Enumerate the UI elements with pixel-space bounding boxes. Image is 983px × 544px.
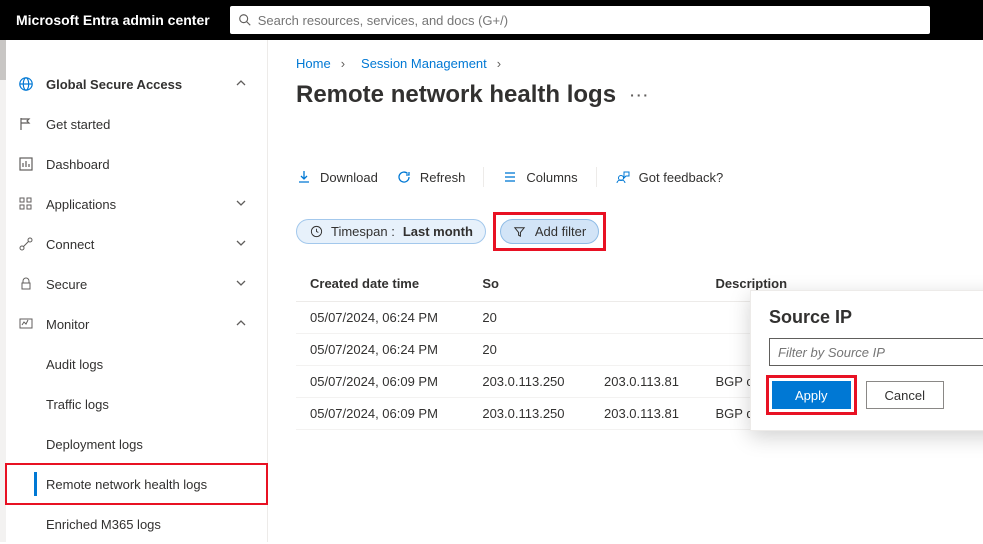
- filter-icon: [513, 225, 527, 239]
- col-dest[interactable]: [590, 266, 702, 302]
- sidebar-item-dashboard[interactable]: Dashboard: [6, 144, 267, 184]
- chevron-down-icon: [235, 277, 249, 291]
- cancel-button[interactable]: Cancel: [866, 381, 944, 409]
- product-title: Microsoft Entra admin center: [16, 12, 210, 28]
- filter-value: Last month: [403, 224, 473, 239]
- button-label: Download: [320, 170, 378, 185]
- button-label: Add filter: [535, 224, 586, 239]
- page-title: Remote network health logs ···: [296, 81, 955, 109]
- sidebar-item-label: Monitor: [46, 317, 223, 332]
- lock-icon: [18, 276, 34, 292]
- chevron-right-icon: ›: [497, 56, 501, 71]
- sidebar-item-traffic-logs[interactable]: Traffic logs: [6, 384, 267, 424]
- sidebar-item-label: Remote network health logs: [46, 477, 249, 492]
- globe-icon: [18, 76, 34, 92]
- refresh-button[interactable]: Refresh: [396, 169, 466, 185]
- sidebar-item-secure[interactable]: Secure: [6, 264, 267, 304]
- sidebar-header-global-secure-access[interactable]: Global Secure Access: [6, 64, 267, 104]
- highlight-apply: Apply: [769, 378, 854, 412]
- search-input[interactable]: [258, 13, 922, 28]
- source-ip-input[interactable]: [769, 338, 983, 366]
- breadcrumb-session-management[interactable]: Session Management›: [361, 56, 501, 71]
- feedback-icon: [615, 169, 631, 185]
- filter-bar: Timespan : Last month Add filter: [296, 215, 955, 248]
- chevron-down-icon: [235, 197, 249, 211]
- sidebar-item-label: Enriched M365 logs: [46, 517, 249, 532]
- download-button[interactable]: Download: [296, 169, 378, 185]
- columns-icon: [502, 169, 518, 185]
- sidebar-item-label: Traffic logs: [46, 397, 249, 412]
- sidebar-item-label: Connect: [46, 237, 223, 252]
- sidebar-item-label: Audit logs: [46, 357, 249, 372]
- more-icon[interactable]: ···: [630, 87, 650, 103]
- filter-label: Timespan :: [331, 224, 395, 239]
- command-bar: Download Refresh Columns Got feedback?: [296, 159, 955, 195]
- dashboard-icon: [18, 156, 34, 172]
- sidebar: Global Secure Access Get started Dashboa…: [6, 40, 268, 542]
- main-content: Home› Session Management› Remote network…: [268, 40, 983, 542]
- sidebar-item-get-started[interactable]: Get started: [6, 104, 267, 144]
- sidebar-header-label: Global Secure Access: [46, 77, 223, 92]
- apply-button[interactable]: Apply: [772, 381, 851, 409]
- sidebar-item-monitor[interactable]: Monitor: [6, 304, 267, 344]
- separator: [596, 167, 597, 187]
- columns-button[interactable]: Columns: [502, 169, 577, 185]
- highlight-add-filter: Add filter: [496, 215, 603, 248]
- global-search[interactable]: [230, 6, 930, 34]
- sidebar-item-label: Dashboard: [46, 157, 249, 172]
- flag-icon: [18, 116, 34, 132]
- connect-icon: [18, 236, 34, 252]
- sidebar-item-applications[interactable]: Applications: [6, 184, 267, 224]
- chevron-up-icon: [235, 77, 249, 91]
- main-scrollbar[interactable]: [975, 40, 983, 542]
- apps-icon: [18, 196, 34, 212]
- col-source[interactable]: So: [468, 266, 590, 302]
- chevron-up-icon: [235, 317, 249, 331]
- add-filter-button[interactable]: Add filter: [500, 219, 599, 244]
- breadcrumb-home[interactable]: Home›: [296, 56, 345, 71]
- button-label: Columns: [526, 170, 577, 185]
- sidebar-item-enriched-m365-logs[interactable]: Enriched M365 logs: [6, 504, 267, 544]
- col-created[interactable]: Created date time: [296, 266, 468, 302]
- sidebar-item-connect[interactable]: Connect: [6, 224, 267, 264]
- sidebar-item-audit-logs[interactable]: Audit logs: [6, 344, 267, 384]
- separator: [483, 167, 484, 187]
- sidebar-item-remote-network-health-logs[interactable]: Remote network health logs: [6, 464, 267, 504]
- feedback-button[interactable]: Got feedback?: [615, 169, 724, 185]
- monitor-icon: [18, 316, 34, 332]
- sidebar-item-deployment-logs[interactable]: Deployment logs: [6, 424, 267, 464]
- chevron-down-icon: [235, 237, 249, 251]
- download-icon: [296, 169, 312, 185]
- sidebar-item-label: Deployment logs: [46, 437, 249, 452]
- button-label: Got feedback?: [639, 170, 724, 185]
- popover-title: Source IP: [769, 307, 983, 328]
- search-icon: [238, 13, 252, 27]
- sidebar-item-label: Get started: [46, 117, 249, 132]
- breadcrumb: Home› Session Management›: [296, 56, 955, 71]
- refresh-icon: [396, 169, 412, 185]
- source-ip-filter-popover: Source IP Apply Cancel: [750, 290, 983, 431]
- top-bar: Microsoft Entra admin center: [0, 0, 983, 40]
- sidebar-item-label: Applications: [46, 197, 223, 212]
- button-label: Refresh: [420, 170, 466, 185]
- filter-timespan[interactable]: Timespan : Last month: [296, 219, 486, 244]
- sidebar-item-label: Secure: [46, 277, 223, 292]
- clock-icon: [309, 225, 323, 239]
- chevron-right-icon: ›: [341, 56, 345, 71]
